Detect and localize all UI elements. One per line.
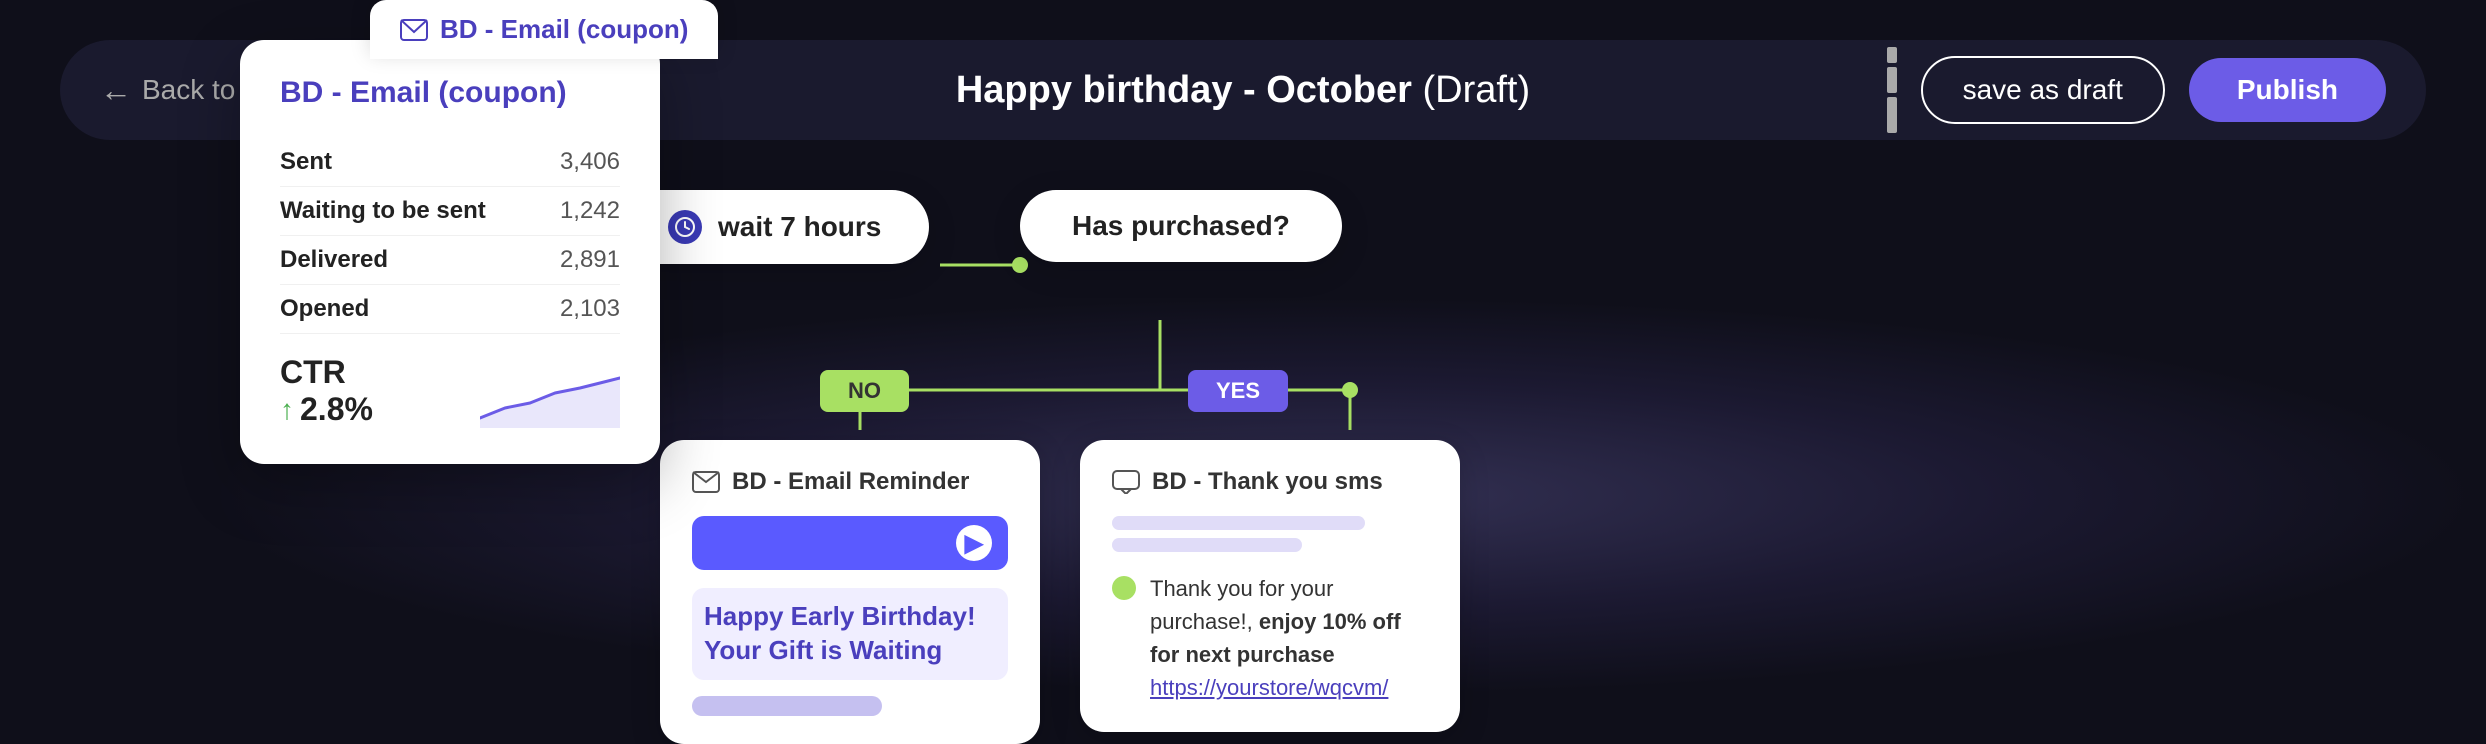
reminder-email-icon [692, 471, 720, 493]
reminder-card-title: BD - Email Reminder [732, 468, 969, 496]
bar1 [1887, 47, 1897, 63]
sms-lines [1112, 516, 1428, 552]
ctr-up-arrow: ↑ [280, 394, 294, 426]
save-draft-button[interactable]: save as draft [1921, 56, 2165, 124]
sms-line-1 [1112, 516, 1365, 530]
sent-label: Sent [280, 148, 332, 176]
ctr-label: CTR [280, 354, 373, 391]
waiting-value: 1,242 [560, 197, 620, 225]
stats-row-waiting: Waiting to be sent 1,242 [280, 187, 620, 236]
reminder-card-header: BD - Email Reminder [692, 468, 1008, 496]
back-arrow-icon: ← [100, 72, 132, 109]
bar3 [1887, 97, 1897, 133]
analytics-icon[interactable] [1887, 47, 1897, 133]
wait-node-label: wait 7 hours [718, 211, 881, 243]
nav-actions: save as draft Publish [1887, 47, 2386, 133]
email-tab-label: BD - Email (coupon) [440, 14, 688, 45]
waiting-label: Waiting to be sent [280, 197, 486, 225]
page-title: Happy birthday - October (Draft) [956, 69, 1530, 112]
send-arrow-icon: ▶ [956, 525, 992, 561]
stats-card-title: BD - Email (coupon) [280, 76, 620, 110]
sms-line-2 [1112, 538, 1302, 552]
publish-button[interactable]: Publish [2189, 58, 2386, 122]
sms-icon [1112, 470, 1140, 494]
email-tab-container: BD - Email (coupon) [370, 0, 718, 59]
sms-link: https://yourstore/wqcvm/ [1150, 675, 1388, 700]
email-tab[interactable]: BD - Email (coupon) [370, 0, 718, 59]
opened-label: Opened [280, 295, 369, 323]
reminder-send-bar: ▶ [692, 516, 1008, 570]
sent-value: 3,406 [560, 148, 620, 176]
thankyou-card-header: BD - Thank you sms [1112, 468, 1428, 496]
delivered-label: Delivered [280, 246, 388, 274]
delivered-value: 2,891 [560, 246, 620, 274]
stats-row-delivered: Delivered 2,891 [280, 236, 620, 285]
reminder-card[interactable]: BD - Email Reminder ▶ Happy Early Birthd… [660, 440, 1040, 744]
purchased-node[interactable]: Has purchased? [1020, 190, 1342, 262]
bar2 [1887, 67, 1897, 93]
email-tab-icon [400, 19, 428, 41]
stats-row-sent: Sent 3,406 [280, 138, 620, 187]
thankyou-card-title: BD - Thank you sms [1152, 468, 1383, 496]
title-main: Happy birthday - October [956, 69, 1412, 111]
ctr-value: ↑ 2.8% [280, 391, 373, 428]
ctr-info: CTR ↑ 2.8% [280, 354, 373, 428]
purchased-label: Has purchased? [1072, 210, 1290, 241]
title-status: (Draft) [1422, 69, 1530, 111]
sms-status-dot [1112, 576, 1136, 600]
opened-value: 2,103 [560, 295, 620, 323]
ctr-section: CTR ↑ 2.8% [280, 354, 620, 428]
thankyou-card[interactable]: BD - Thank you sms Thank you for your pu… [1080, 440, 1460, 732]
sms-message: Thank you for your purchase!, enjoy 10% … [1150, 572, 1428, 704]
sms-content: Thank you for your purchase!, enjoy 10% … [1112, 572, 1428, 704]
yes-badge: YES [1188, 370, 1288, 412]
stats-row-opened: Opened 2,103 [280, 285, 620, 334]
clock-icon [668, 210, 702, 244]
reminder-preview-text: Happy Early Birthday! Your Gift is Waiti… [692, 588, 1008, 680]
no-badge: NO [820, 370, 909, 412]
ctr-number: 2.8% [300, 391, 373, 428]
wait-node[interactable]: wait 7 hours [620, 190, 929, 264]
stats-card: BD - Email (coupon) Sent 3,406 Waiting t… [240, 40, 660, 464]
reminder-bottom-bar [692, 696, 882, 716]
mini-chart [480, 368, 620, 428]
